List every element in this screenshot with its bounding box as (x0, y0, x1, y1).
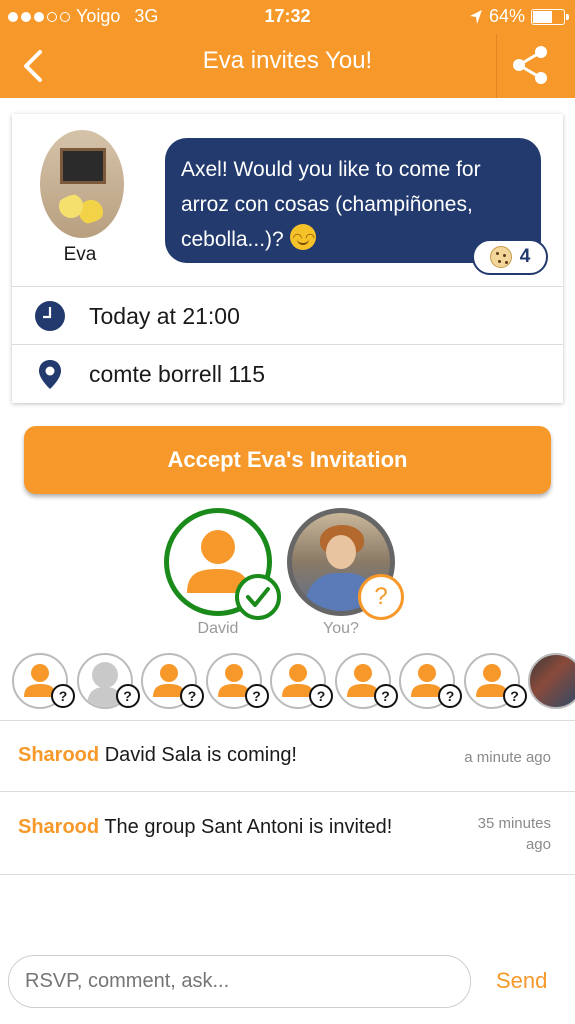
share-button[interactable] (505, 40, 555, 90)
pending-question-icon: ? (358, 574, 404, 620)
status-bar: Yoigo 3G 17:32 64% (0, 0, 575, 34)
invitee-pending-icon: ? (51, 684, 75, 708)
event-location: comte borrell 115 (89, 361, 265, 387)
activity-time: 35 minutes ago (477, 815, 551, 853)
invitees-strip[interactable]: ???????? (0, 650, 575, 710)
invitee-pending-icon: ? (244, 684, 269, 708)
location-arrow-icon (469, 9, 482, 24)
invitee-pending-icon: ? (115, 684, 140, 708)
nav-bar: Eva invites You! (0, 34, 575, 98)
invitee-pending-icon: ? (438, 684, 462, 708)
message-text: Axel! Would you like to come for arroz c… (181, 158, 481, 251)
battery-percent: 64% (488, 6, 525, 26)
header: Yoigo 3G 17:32 64% Eva invites You! (0, 0, 575, 98)
invitee-pending-icon: ? (373, 684, 398, 708)
battery-icon (531, 8, 569, 25)
accepted-check-icon (235, 574, 281, 620)
activity-item: Sharood David Sala is coming! (18, 744, 297, 767)
activity-source: Sharood (18, 744, 100, 766)
activity-item: Sharood The group Sant Antoni is invited… (18, 816, 392, 839)
location-row[interactable]: comte borrell 115 (12, 344, 563, 402)
participant-label-david: David (197, 620, 239, 637)
send-button[interactable]: Send (496, 968, 547, 994)
nav-divider (496, 34, 497, 98)
event-time: Today at 21:00 (89, 303, 240, 329)
accept-invitation-button[interactable]: Accept Eva's Invitation (24, 426, 551, 494)
page-title: Eva invites You! (202, 47, 373, 74)
share-icon (513, 46, 547, 84)
cookie-badge[interactable]: 4 (472, 239, 548, 275)
divider (0, 720, 575, 721)
invitee-pending-icon: ? (502, 684, 527, 708)
invitation-card: Eva Axel! Would you like to come for arr… (12, 114, 563, 403)
invitee-pending-icon: ? (309, 684, 333, 708)
clock-icon (35, 301, 65, 331)
activity-text: David Sala is coming! (104, 744, 297, 766)
host-name: Eva (63, 244, 97, 265)
host-avatar[interactable] (40, 130, 124, 238)
activity-text: The group Sant Antoni is invited! (104, 816, 393, 838)
divider (0, 791, 575, 792)
invitee-photo-avatar[interactable] (528, 653, 575, 709)
cookie-icon (489, 246, 512, 268)
invitee-pending-icon: ? (180, 684, 204, 708)
activity-time: a minute ago (464, 749, 551, 766)
map-pin-icon (39, 360, 61, 389)
activity-source: Sharood (18, 816, 100, 838)
status-right: 64% (469, 6, 569, 27)
divider (0, 874, 575, 875)
comment-input[interactable] (8, 955, 471, 1008)
smiley-emoji-icon (289, 221, 316, 256)
participant-label-you: You? (323, 620, 359, 637)
time-row: Today at 21:00 (12, 286, 563, 344)
cookie-count: 4 (519, 246, 531, 267)
